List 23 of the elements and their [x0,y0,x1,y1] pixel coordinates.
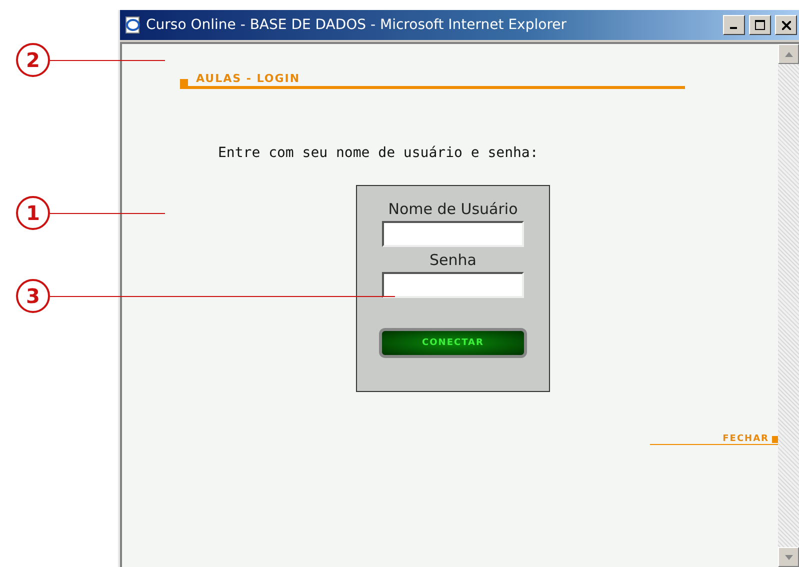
callout-number: 1 [16,196,50,230]
password-field[interactable] [382,272,524,298]
minimize-button[interactable] [723,15,745,35]
scroll-down-button[interactable] [778,547,799,567]
maximize-icon [755,20,765,30]
up-arrow-icon [784,52,792,56]
down-arrow-icon [784,554,792,560]
instruction-text: Entre com seu nome de usuário e senha: [218,145,540,161]
scrollbar[interactable] [778,44,799,567]
callout-number: 2 [16,43,50,77]
scroll-up-button[interactable] [778,44,799,64]
username-field[interactable] [382,221,524,247]
close-button[interactable] [775,15,797,35]
page-heading: AULAS - LOGIN [196,72,300,86]
password-label: Senha [430,251,476,269]
callout-number: 3 [16,279,50,313]
browser-icon [124,16,142,34]
window-title: Curso Online - BASE DE DADOS - Microsoft Internet Explorer [146,17,568,33]
close-link[interactable]: FECHAR [650,434,769,444]
connect-button[interactable]: CONECTAR [379,328,527,358]
username-label: Nome de Usuário [388,200,518,218]
maximize-button[interactable] [749,15,771,35]
close-icon [782,20,790,30]
